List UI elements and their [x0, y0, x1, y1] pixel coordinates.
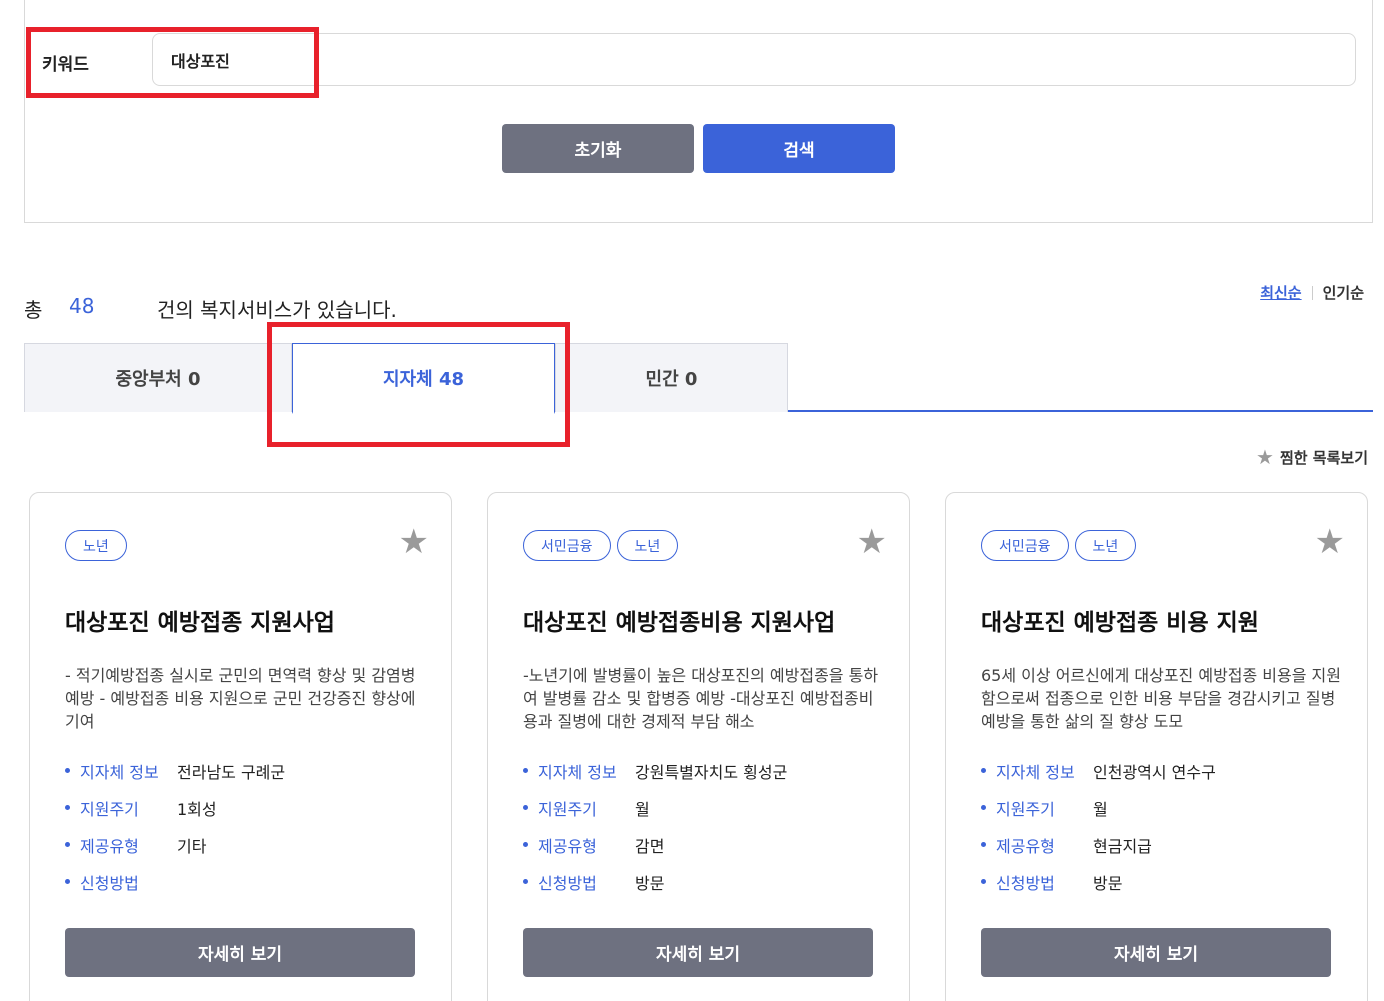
category-badge: 노년: [1074, 530, 1137, 561]
card-description: - 적기예방접종 실시로 군민의 면역력 향상 및 감염병 예방 - 예방접종 …: [65, 666, 416, 731]
info-label: 지원주기: [80, 800, 139, 819]
sort-options: 최신순 인기순: [1260, 282, 1364, 303]
card-title[interactable]: 대상포진 예방접종 지원사업: [65, 603, 335, 637]
category-badge: 서민금융: [523, 530, 611, 561]
info-value: 월: [635, 800, 650, 819]
info-row-method: 신청방법 방문: [981, 870, 1341, 907]
card-description: -노년기에 발병률이 높은 대상포진의 예방접종을 통하여 발병률 감소 및 합…: [523, 666, 879, 731]
info-label: 지원주기: [996, 800, 1055, 819]
info-label: 신청방법: [996, 874, 1055, 893]
result-count-prefix: 총: [24, 298, 43, 322]
bullet-icon: [65, 768, 70, 773]
info-row-type: 제공유형 감면: [523, 833, 883, 870]
bullet-icon: [65, 842, 70, 847]
card-info: 지자체 정보 강원특별자치도 횡성군 지원주기 월 제공유형 감면 신청방법 방문: [523, 759, 883, 907]
info-value: 인천광역시 연수구: [1093, 763, 1216, 782]
info-label: 지자체 정보: [80, 763, 159, 782]
info-label: 지자체 정보: [996, 763, 1075, 782]
keyword-label: 키워드: [42, 55, 89, 75]
card-description: 65세 이상 어르신에게 대상포진 예방접종 비용을 지원함으로써 접종으로 인…: [981, 666, 1341, 731]
card-title[interactable]: 대상포진 예방접종비용 지원사업: [523, 603, 835, 637]
sort-popular[interactable]: 인기순: [1323, 282, 1364, 303]
sort-divider: [1311, 285, 1313, 300]
info-value: 방문: [635, 874, 665, 893]
keyword-input[interactable]: [152, 33, 1356, 86]
info-value: 1회성: [177, 800, 217, 819]
bullet-icon: [981, 805, 986, 810]
info-row-method: 신청방법: [65, 870, 425, 907]
view-detail-button[interactable]: 자세히 보기: [981, 928, 1331, 977]
info-row-region: 지자체 정보 인천광역시 연수구: [981, 759, 1341, 796]
favorite-star-icon[interactable]: ★: [1315, 525, 1345, 559]
reset-button[interactable]: 초기화: [502, 124, 694, 173]
result-count-number: 48: [69, 294, 95, 318]
card-title[interactable]: 대상포진 예방접종 비용 지원: [981, 603, 1259, 637]
card-badges: 서민금융 노년: [523, 530, 679, 561]
star-icon: ★: [1256, 445, 1274, 469]
info-label: 제공유형: [80, 837, 139, 856]
info-row-region: 지자체 정보 강원특별자치도 횡성군: [523, 759, 883, 796]
card-badges: 노년: [65, 530, 127, 561]
favorite-star-icon[interactable]: ★: [857, 525, 887, 559]
service-card: 서민금융 노년 ★ 대상포진 예방접종비용 지원사업 -노년기에 발병률이 높은…: [487, 492, 910, 1001]
info-row-type: 제공유형 기타: [65, 833, 425, 870]
info-value: 감면: [635, 837, 665, 856]
info-label: 지자체 정보: [538, 763, 617, 782]
info-label: 지원주기: [538, 800, 597, 819]
info-value: 현금지급: [1093, 837, 1152, 856]
bullet-icon: [523, 805, 528, 810]
bullet-icon: [65, 879, 70, 884]
card-badges: 서민금융 노년: [981, 530, 1137, 561]
info-value: 방문: [1093, 874, 1123, 893]
category-badge: 노년: [65, 530, 127, 561]
info-value: 강원특별자치도 횡성군: [635, 763, 788, 782]
service-card: 서민금융 노년 ★ 대상포진 예방접종 비용 지원 65세 이상 어르신에게 대…: [945, 492, 1368, 1001]
info-label: 제공유형: [538, 837, 597, 856]
info-row-cycle: 지원주기 월: [523, 796, 883, 833]
view-detail-button[interactable]: 자세히 보기: [65, 928, 415, 977]
category-badge: 노년: [616, 530, 679, 561]
bullet-icon: [65, 805, 70, 810]
tab-private[interactable]: 민간 0: [555, 343, 788, 412]
card-info: 지자체 정보 인천광역시 연수구 지원주기 월 제공유형 현금지급 신청방법 방문: [981, 759, 1341, 907]
bullet-icon: [523, 842, 528, 847]
info-value: 기타: [177, 837, 207, 856]
tab-central[interactable]: 중앙부처 0: [24, 343, 292, 412]
favorites-link[interactable]: ★ 찜한 목록보기: [1256, 445, 1368, 469]
search-button[interactable]: 검색: [703, 124, 895, 173]
bullet-icon: [523, 879, 528, 884]
favorite-star-icon[interactable]: ★: [399, 525, 429, 559]
tab-local[interactable]: 지자체 48: [292, 343, 555, 414]
result-count-suffix: 건의 복지서비스가 있습니다.: [157, 298, 397, 322]
bullet-icon: [981, 879, 986, 884]
info-row-region: 지자체 정보 전라남도 구례군: [65, 759, 425, 796]
sort-latest[interactable]: 최신순: [1260, 282, 1301, 303]
bullet-icon: [981, 842, 986, 847]
info-row-cycle: 지원주기 1회성: [65, 796, 425, 833]
info-label: 신청방법: [80, 874, 139, 893]
view-detail-button[interactable]: 자세히 보기: [523, 928, 873, 977]
card-info: 지자체 정보 전라남도 구례군 지원주기 1회성 제공유형 기타 신청방법: [65, 759, 425, 907]
bullet-icon: [523, 768, 528, 773]
info-label: 제공유형: [996, 837, 1055, 856]
favorites-link-label: 찜한 목록보기: [1279, 448, 1368, 467]
info-value: 월: [1093, 800, 1108, 819]
info-row-type: 제공유형 현금지급: [981, 833, 1341, 870]
info-row-cycle: 지원주기 월: [981, 796, 1341, 833]
info-row-method: 신청방법 방문: [523, 870, 883, 907]
category-badge: 서민금융: [981, 530, 1069, 561]
bullet-icon: [981, 768, 986, 773]
info-value: 전라남도 구례군: [177, 763, 286, 782]
service-card: 노년 ★ 대상포진 예방접종 지원사업 - 적기예방접종 실시로 군민의 면역력…: [29, 492, 452, 1001]
info-label: 신청방법: [538, 874, 597, 893]
